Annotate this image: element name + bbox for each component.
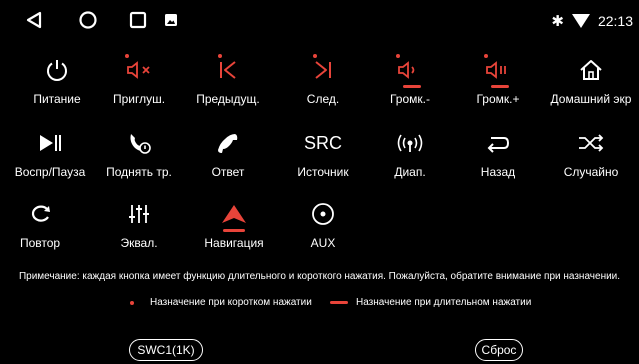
tile-equalizer[interactable]: Эквал. bbox=[93, 196, 185, 260]
tile-mute[interactable]: Приглуш. bbox=[93, 52, 185, 116]
legend-long-label: Назначение при длительном нажатии bbox=[356, 297, 532, 308]
power-icon bbox=[37, 52, 77, 88]
repeat-icon bbox=[20, 196, 60, 232]
back-nav-icon[interactable] bbox=[22, 8, 46, 32]
tile-label: AUX bbox=[310, 236, 336, 250]
tile-label: Эквал. bbox=[120, 236, 158, 250]
tile-label: Питание bbox=[33, 92, 81, 106]
short-press-dot bbox=[218, 54, 222, 58]
tile-label: Предыдущ. bbox=[196, 92, 260, 106]
legend-short-label: Назначение при коротком нажатии bbox=[150, 297, 312, 308]
tile-navigation[interactable]: Навигация bbox=[188, 196, 280, 260]
swc-button[interactable]: SWC1(1K) bbox=[129, 339, 203, 361]
status-bar: ✱ 22:13 bbox=[0, 0, 639, 40]
tile-label: Повтор bbox=[19, 236, 61, 250]
tile-previous[interactable]: Предыдущ. bbox=[182, 52, 274, 116]
volume-up-icon bbox=[478, 52, 518, 88]
tile-repeat[interactable]: Повтор bbox=[0, 196, 86, 260]
note-text: Примечание: каждая кнопка имеет функцию … bbox=[18, 271, 621, 282]
long-press-bar bbox=[403, 85, 421, 88]
reset-button[interactable]: Сброс bbox=[475, 339, 523, 361]
tile-label: Случайно bbox=[563, 165, 619, 179]
navigation-icon bbox=[214, 196, 254, 232]
short-press-dot bbox=[484, 54, 488, 58]
legend-short: Назначение при коротком нажатии bbox=[130, 297, 312, 308]
tile-label: Громк.- bbox=[389, 92, 430, 106]
mute-icon bbox=[119, 52, 159, 88]
tile-pickup[interactable]: Поднять тр. bbox=[93, 125, 185, 189]
home-icon bbox=[571, 52, 611, 88]
tile-volume-up[interactable]: Громк.+ bbox=[452, 52, 544, 116]
home-nav-icon[interactable] bbox=[76, 8, 100, 32]
band-icon bbox=[390, 125, 430, 161]
tile-back[interactable]: Назад bbox=[452, 125, 544, 189]
status-right: ✱ 22:13 bbox=[551, 10, 633, 32]
equalizer-icon bbox=[119, 196, 159, 232]
aux-icon bbox=[303, 196, 343, 232]
play-pause-icon bbox=[30, 125, 70, 161]
tile-label: Громк.+ bbox=[476, 92, 520, 106]
tile-home[interactable]: Домашний экр bbox=[545, 52, 637, 116]
tile-label: Ответ bbox=[211, 165, 245, 179]
tile-power[interactable]: Питание bbox=[11, 52, 103, 116]
tile-answer[interactable]: Ответ bbox=[182, 125, 274, 189]
long-press-bar bbox=[223, 229, 245, 232]
tile-label: Навигация bbox=[204, 236, 264, 250]
clock: 22:13 bbox=[597, 13, 633, 29]
pickup-phone-icon bbox=[119, 125, 159, 161]
tile-label: Поднять тр. bbox=[106, 165, 172, 179]
volume-down-icon bbox=[390, 52, 430, 88]
long-press-bar-icon bbox=[330, 301, 348, 304]
shuffle-icon bbox=[571, 125, 611, 161]
tile-label: След. bbox=[306, 92, 340, 106]
src-icon: SRC bbox=[303, 132, 342, 153]
long-press-bar bbox=[491, 85, 509, 88]
tile-label: Источник bbox=[297, 165, 349, 179]
short-press-dot bbox=[125, 54, 129, 58]
tile-next[interactable]: След. bbox=[277, 52, 369, 116]
tile-label: Диап. bbox=[394, 165, 426, 179]
tile-source[interactable]: SRC Источник bbox=[277, 125, 369, 189]
bluetooth-icon: ✱ bbox=[551, 13, 564, 30]
legend-long: Назначение при длительном нажатии bbox=[330, 297, 531, 308]
next-track-icon bbox=[303, 52, 343, 88]
short-press-dot bbox=[396, 54, 400, 58]
tile-band[interactable]: Диап. bbox=[364, 125, 456, 189]
short-press-dot bbox=[313, 54, 317, 58]
tile-label: Назад bbox=[480, 165, 516, 179]
short-press-dot-icon bbox=[130, 300, 134, 305]
answer-phone-icon bbox=[208, 125, 248, 161]
prev-track-icon bbox=[208, 52, 248, 88]
back-icon bbox=[478, 125, 518, 161]
tile-label: Приглуш. bbox=[112, 92, 166, 106]
recents-nav-icon[interactable] bbox=[126, 8, 150, 32]
tile-aux[interactable]: AUX bbox=[277, 196, 369, 260]
tile-play-pause[interactable]: Воспр/Пауза bbox=[4, 125, 96, 189]
tile-label: Воспр/Пауза bbox=[14, 165, 86, 179]
gallery-notification-icon bbox=[164, 8, 178, 32]
tile-shuffle[interactable]: Случайно bbox=[545, 125, 637, 189]
tile-volume-down[interactable]: Громк.- bbox=[364, 52, 456, 116]
tile-label: Домашний экр bbox=[550, 92, 632, 106]
wifi-icon bbox=[571, 14, 590, 28]
